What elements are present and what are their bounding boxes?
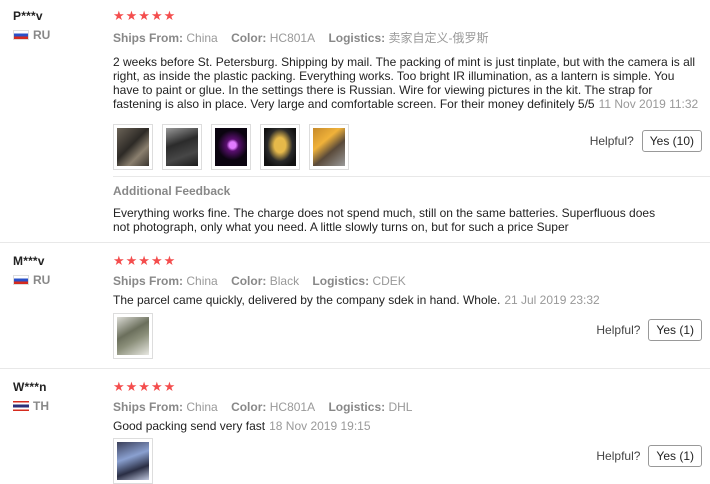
ships-from-value: China — [186, 274, 218, 288]
helpful-label: Helpful? — [589, 134, 634, 148]
review-divider — [0, 368, 710, 369]
review-text: Good packing send very fast 18 Nov 2019 1… — [113, 419, 703, 433]
color-label: Color: — [231, 31, 267, 45]
review-photos — [113, 313, 153, 359]
thailand-flag-icon — [13, 401, 29, 411]
reviewer-name: M***v — [13, 254, 45, 268]
review-photo[interactable] — [211, 124, 251, 170]
helpful-label: Helpful? — [596, 449, 641, 463]
yes-helpful-button[interactable]: Yes (1) — [648, 319, 702, 341]
logistics-value: DHL — [388, 400, 413, 414]
ships-from-label: Ships From: — [113, 400, 184, 414]
review-meta: Ships From: China Color: HC801A Logistic… — [113, 400, 703, 414]
reviewer-name: P***v — [13, 9, 43, 23]
ships-from-label: Ships From: — [113, 31, 184, 45]
review-photo[interactable] — [113, 313, 153, 359]
review-photos — [113, 124, 349, 170]
color-value: Black — [269, 274, 300, 288]
review-date: 21 Jul 2019 23:32 — [504, 293, 600, 307]
helpful-label: Helpful? — [596, 323, 641, 337]
review-meta: Ships From: China Color: HC801A Logistic… — [113, 29, 703, 46]
additional-feedback-text: Everything works fine. The charge does n… — [113, 206, 656, 234]
star-rating: ★★★★★ — [113, 379, 177, 394]
reviewer-country: RU — [13, 273, 50, 287]
review-meta: Ships From: China Color: Black Logistics… — [113, 274, 703, 288]
additional-feedback-title: Additional Feedback — [113, 184, 231, 198]
reviewer-info: W***n TH — [13, 380, 49, 413]
yes-helpful-button[interactable]: Yes (1) — [648, 445, 702, 467]
reviewer-info: M***v RU — [13, 254, 50, 287]
divider — [113, 176, 710, 177]
yes-helpful-button[interactable]: Yes (10) — [641, 130, 702, 152]
star-rating: ★★★★★ — [113, 8, 177, 23]
helpful-section: Helpful? Yes (1) — [596, 445, 702, 467]
reviewer-country: TH — [13, 399, 49, 413]
review-content: ★★★★★ Ships From: China Color: HC801A Lo… — [113, 379, 703, 434]
color-value: HC801A — [269, 31, 316, 45]
russia-flag-icon — [13, 275, 29, 285]
review-photos — [113, 438, 153, 484]
review-photo[interactable] — [260, 124, 300, 170]
ships-from-value: China — [186, 31, 218, 45]
logistics-value: 卖家自定义-俄罗斯 — [388, 31, 489, 45]
logistics-value: CDEK — [372, 274, 406, 288]
color-label: Color: — [231, 400, 267, 414]
review-text: 2 weeks before St. Petersburg. Shipping … — [113, 55, 703, 111]
helpful-section: Helpful? Yes (10) — [590, 130, 702, 152]
review-text: The parcel came quickly, delivered by th… — [113, 293, 703, 307]
color-value: HC801A — [269, 400, 316, 414]
reviewer-info: P***v RU — [13, 9, 50, 42]
review-photo[interactable] — [113, 438, 153, 484]
review-body: The parcel came quickly, delivered by th… — [113, 293, 501, 307]
country-code: RU — [33, 28, 51, 42]
logistics-label: Logistics: — [328, 31, 386, 45]
logistics-label: Logistics: — [312, 274, 370, 288]
ships-from-label: Ships From: — [113, 274, 184, 288]
reviewer-name: W***n — [13, 380, 47, 394]
reviewer-country: RU — [13, 28, 50, 42]
helpful-section: Helpful? Yes (1) — [596, 319, 702, 341]
review-photo[interactable] — [162, 124, 202, 170]
country-code: RU — [33, 273, 51, 287]
color-label: Color: — [231, 274, 267, 288]
review-date: 18 Nov 2019 19:15 — [269, 419, 371, 433]
star-rating: ★★★★★ — [113, 253, 177, 268]
review-body: Good packing send very fast — [113, 419, 266, 433]
review-photo[interactable] — [113, 124, 153, 170]
review-photo[interactable] — [309, 124, 349, 170]
logistics-label: Logistics: — [328, 400, 386, 414]
review-content: ★★★★★ Ships From: China Color: HC801A Lo… — [113, 8, 703, 112]
ships-from-value: China — [186, 400, 218, 414]
review-date: 11 Nov 2019 11:32 — [598, 97, 699, 111]
russia-flag-icon — [13, 30, 29, 40]
review-divider — [0, 242, 710, 243]
country-code: TH — [33, 399, 49, 413]
review-content: ★★★★★ Ships From: China Color: Black Log… — [113, 253, 703, 308]
